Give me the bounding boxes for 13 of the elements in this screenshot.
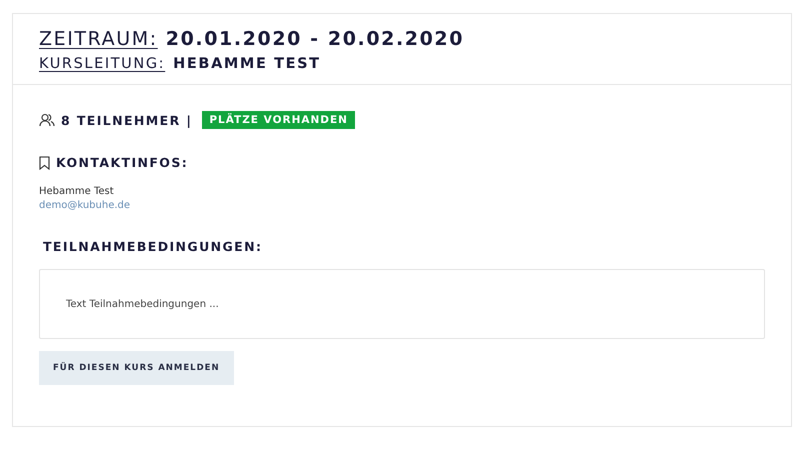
lead-label: KURSLEITUNG: (39, 56, 166, 72)
availability-badge: PLÄTZE VORHANDEN (202, 111, 355, 129)
contact-heading: KONTAKTINFOS: (56, 155, 188, 170)
register-button[interactable]: FÜR DIESEN KURS ANMELDEN (39, 351, 234, 385)
conditions-heading: TEILNAHMEBEDINGUNGEN: (43, 239, 262, 254)
participant-count: 8 TEILNEHMER | (61, 112, 192, 128)
conditions-text: Text Teilnahmebedingungen ... (39, 269, 765, 339)
people-icon (39, 113, 55, 127)
bookmark-icon (39, 156, 50, 170)
period-value: 20.01.2020 - 20.02.2020 (166, 28, 464, 50)
period-label: ZEITRAUM: (39, 28, 158, 50)
lead-value: HEBAMME TEST (173, 56, 321, 72)
contact-name: Hebamme Test (39, 186, 115, 197)
